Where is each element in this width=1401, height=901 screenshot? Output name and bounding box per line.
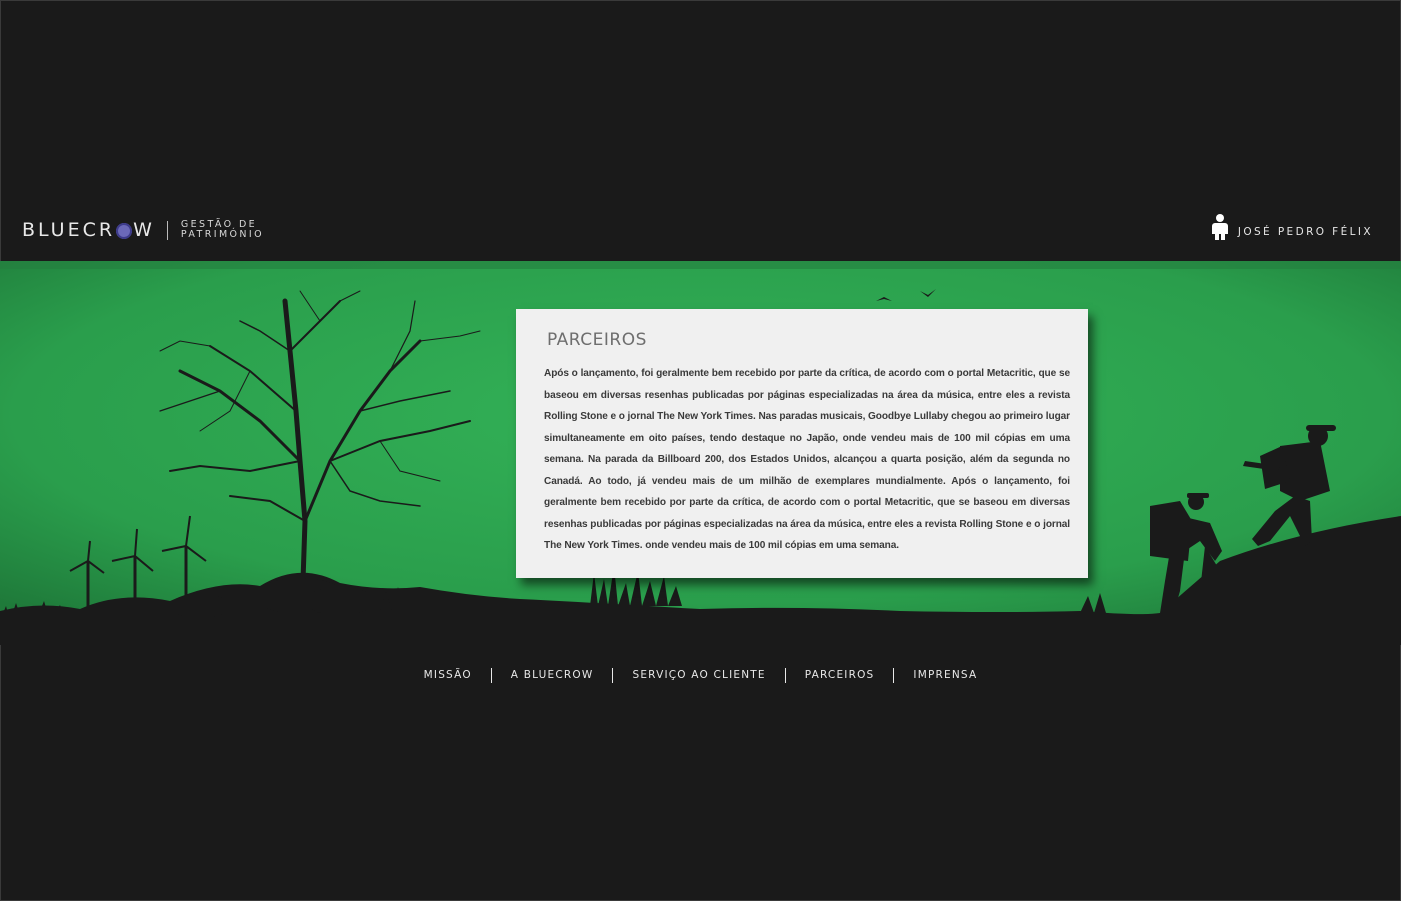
nav-item-a-bluecrow[interactable]: A BLUECROW bbox=[492, 667, 613, 683]
footer-nav: MISSÃO A BLUECROW SERVIÇO AO CLIENTE PAR… bbox=[0, 667, 1401, 683]
nav-item-servico-ao-cliente[interactable]: SERVIÇO AO CLIENTE bbox=[613, 667, 784, 683]
logo-word-left: BLUECR bbox=[22, 219, 116, 241]
bluecrow-logo[interactable]: BLUECR W GESTÃO DE PATRIMÓNIO bbox=[22, 219, 264, 241]
content-card: PARCEIROS Após o lançamento, foi geralme… bbox=[516, 309, 1088, 578]
logo-wordmark: BLUECR W bbox=[22, 219, 155, 241]
logo-subtitle: GESTÃO DE PATRIMÓNIO bbox=[181, 220, 264, 240]
nav-item-parceiros[interactable]: PARCEIROS bbox=[786, 667, 894, 683]
nav-item-missao[interactable]: MISSÃO bbox=[405, 667, 491, 683]
logo-subtitle-line2: PATRIMÓNIO bbox=[180, 229, 265, 240]
logo-globe-icon bbox=[116, 223, 133, 239]
content-body: Após o lançamento, foi geralmente bem re… bbox=[544, 368, 1070, 551]
user-name[interactable]: JOSÉ PEDRO FÉLIX bbox=[1238, 226, 1373, 238]
nav-item-imprensa[interactable]: IMPRENSA bbox=[894, 667, 996, 683]
user-menu[interactable]: JOSÉ PEDRO FÉLIX bbox=[1211, 214, 1373, 240]
logo-word-right: W bbox=[133, 219, 155, 241]
logo-divider bbox=[166, 220, 168, 240]
user-icon bbox=[1211, 214, 1228, 240]
page-title: PARCEIROS bbox=[547, 330, 647, 350]
